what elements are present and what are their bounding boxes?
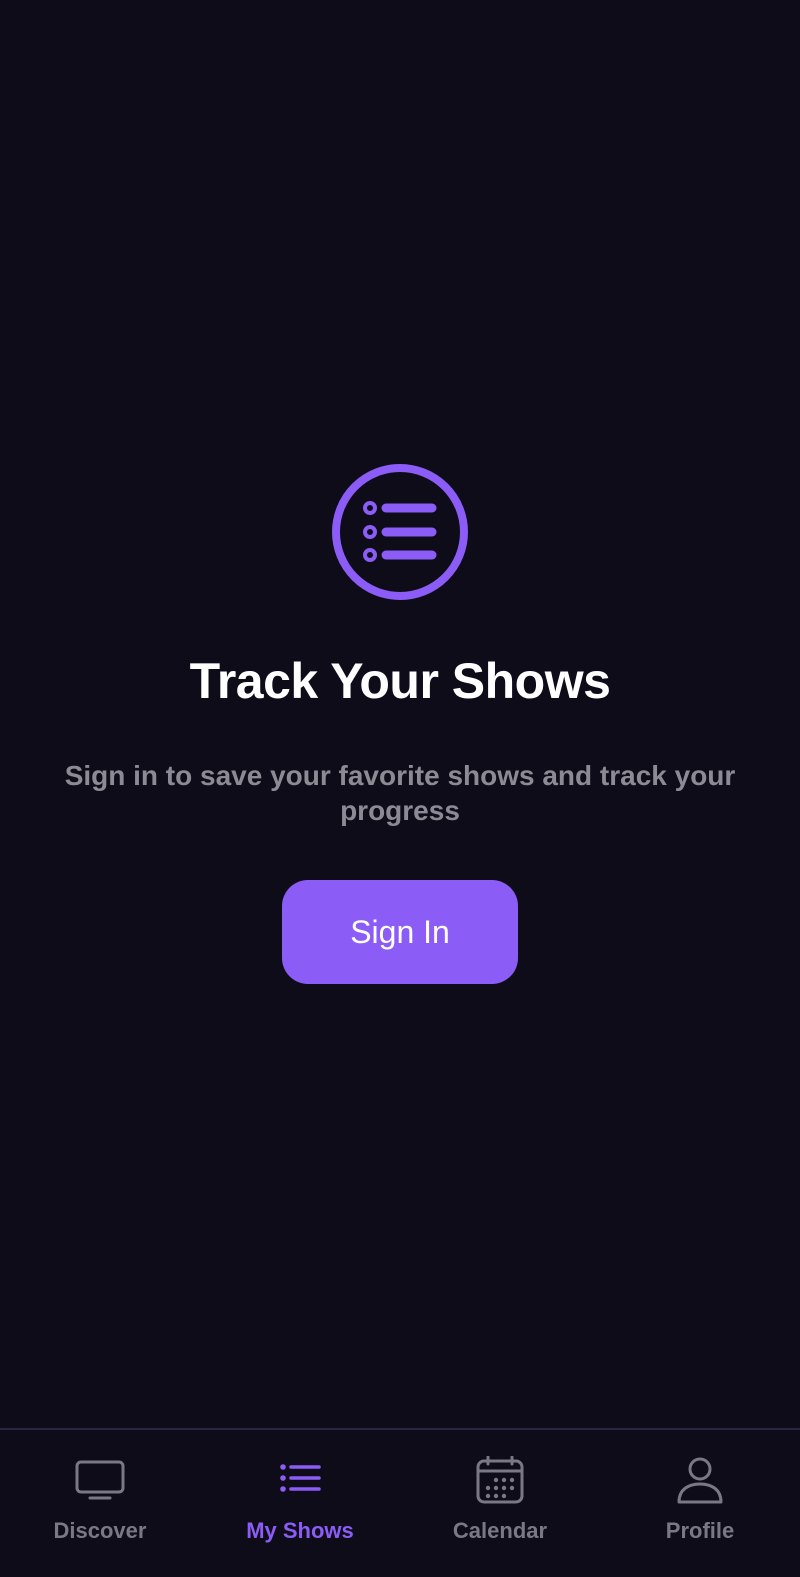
tab-my-shows[interactable]: My Shows bbox=[200, 1430, 400, 1577]
tab-calendar[interactable]: Calendar bbox=[400, 1430, 600, 1577]
tab-profile[interactable]: Profile bbox=[600, 1430, 800, 1577]
list-circle-icon bbox=[332, 464, 468, 600]
empty-state-subtitle: Sign in to save your favorite shows and … bbox=[64, 760, 736, 826]
calendar-icon bbox=[476, 1456, 524, 1504]
tab-label: Calendar bbox=[452, 1518, 548, 1543]
empty-state-title: Track Your Shows bbox=[189, 653, 611, 709]
tv-icon bbox=[75, 1460, 125, 1500]
list-icon bbox=[280, 1464, 321, 1492]
tab-discover[interactable]: Discover bbox=[0, 1430, 200, 1577]
tab-label: Discover bbox=[53, 1518, 147, 1543]
bottom-tab-bar: Discover My Shows Calendar Profile bbox=[0, 1428, 800, 1577]
sign-in-button[interactable]: Sign In bbox=[282, 880, 518, 984]
tab-label: Profile bbox=[665, 1518, 735, 1543]
person-icon bbox=[677, 1457, 723, 1504]
tab-label: My Shows bbox=[246, 1518, 354, 1543]
my-shows-screen: Track Your Shows Sign in to save your fa… bbox=[0, 0, 800, 1577]
empty-state: Track Your Shows Sign in to save your fa… bbox=[0, 462, 800, 984]
